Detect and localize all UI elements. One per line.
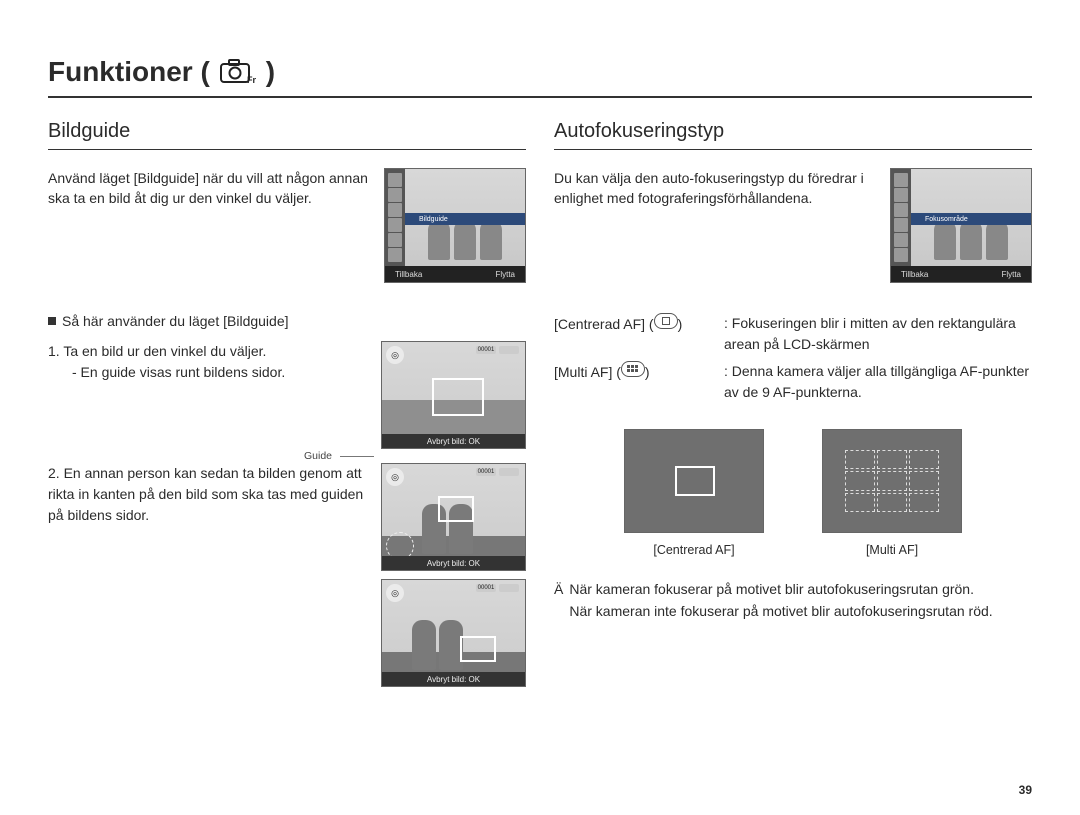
af-multi-label-close: ) [645,364,650,380]
mode-icon: ◎ [386,468,404,486]
lcd-icon [894,233,908,247]
camera-preview-1: ◎ 00001 Avbryt bild: OK [381,341,526,449]
focus-box-icon [460,636,496,662]
lcd-icon [894,173,908,187]
battery-icon [499,468,519,476]
lcd-mid-label: Bildguide [405,213,525,225]
af-examples: [Centrerad AF] [Multi AF] [554,429,1032,557]
step-1-line1: 1. Ta en bild ur den vinkel du väljer. [48,341,367,362]
af-center-desc: : Fokuseringen blir i mitten av den rekt… [724,313,1032,355]
left-subhead-text: Så här använder du läget [Bildguide] [62,313,289,329]
left-intro-text: Använd läget [Bildguide] när du vill att… [48,168,368,283]
lcd-icon [894,218,908,232]
counter-pill: 00001 [476,584,496,592]
af-center-icon [654,313,678,329]
af-multi-grid-icon [845,450,939,512]
lcd-preview-fokusomrade: Fokusområde Tillbaka Flytta [890,168,1032,283]
right-intro-text: Du kan välja den auto-fokuseringstyp du … [554,168,874,283]
lcd-icon [388,218,402,232]
af-example-multi [822,429,962,533]
af-example-center-caption: [Centrerad AF] [624,543,764,557]
page-number: 39 [1019,783,1032,797]
lcd-footer-right: Flytta [1001,270,1021,279]
lcd-footer-right: Flytta [495,270,515,279]
step-2: 2. En annan person kan sedan ta bilden g… [48,463,367,526]
camera-bar: Avbryt bild: OK [382,434,525,448]
af-multi-icon [621,361,645,377]
af-example-multi-caption: [Multi AF] [822,543,962,557]
af-multi-label: [Multi AF] ( [554,364,621,380]
page-title-text: Funktioner ( [48,56,210,88]
step-1-line2: - En guide visas runt bildens sidor. [48,362,367,383]
lcd-side-icons [891,169,911,266]
lcd-preview-bildguide: Bildguide Tillbaka Flytta [384,168,526,283]
left-section-heading: Bildguide [48,120,526,150]
note-mark-icon: Ä [554,579,563,622]
battery-icon [499,346,519,354]
lcd-icon [894,203,908,217]
af-table: [Centrerad AF] () : Fokuseringen blir i … [554,313,1032,403]
lcd-icon [388,188,402,202]
af-note: Ä När kameran fokuserar på motivet blir … [554,579,1032,622]
counter-pill: 00001 [476,468,496,476]
lcd-icon [894,248,908,262]
camera-fn-icon: Fn [220,59,256,85]
page-title-close: ) [266,56,275,88]
battery-icon [499,584,519,592]
camera-bar: Avbryt bild: OK [382,672,525,686]
lcd-footer: Tillbaka Flytta [891,266,1031,282]
lcd-side-icons [385,169,405,266]
mode-icon: ◎ [386,584,404,602]
page-title: Funktioner ( Fn ) [48,56,1032,98]
note-line-2: När kameran inte fokuserar på motivet bl… [569,601,992,623]
left-subhead: Så här använder du läget [Bildguide] [48,313,526,329]
bullet-square-icon [48,317,56,325]
focus-box-icon [432,378,484,416]
lcd-icon [388,248,402,262]
camera-bar: Avbryt bild: OK [382,556,525,570]
left-column: Bildguide Använd läget [Bildguide] när d… [48,120,526,701]
lcd-footer: Tillbaka Flytta [385,266,525,282]
guide-label: Guide [304,450,332,462]
note-line-1: När kameran fokuserar på motivet blir au… [569,579,992,601]
lcd-icon [388,173,402,187]
lcd-icon [894,188,908,202]
af-center-label: [Centrerad AF] ( [554,316,654,332]
lcd-footer-left: Tillbaka [901,270,928,279]
af-multi-desc: : Denna kamera väljer alla tillgängliga … [724,361,1032,403]
mode-icon: ◎ [386,346,404,364]
lcd-mid-label: Fokusområde [911,213,1031,225]
lcd-icon [388,233,402,247]
right-section-heading: Autofokuseringstyp [554,120,1032,150]
guide-line [340,456,374,457]
af-example-center [624,429,764,533]
lcd-footer-left: Tillbaka [395,270,422,279]
counter-pill: 00001 [476,346,496,354]
right-column: Autofokuseringstyp Du kan välja den auto… [554,120,1032,701]
focus-box-icon [438,496,474,522]
af-center-rect-icon [675,466,715,496]
af-center-label-close: ) [678,316,683,332]
camera-preview-2: ◎ 00001 Avbryt bild: OK [381,463,526,571]
svg-text:Fn: Fn [247,75,256,85]
lcd-icon [388,203,402,217]
camera-preview-3: ◎ 00001 Avbryt bild: OK [381,579,526,687]
